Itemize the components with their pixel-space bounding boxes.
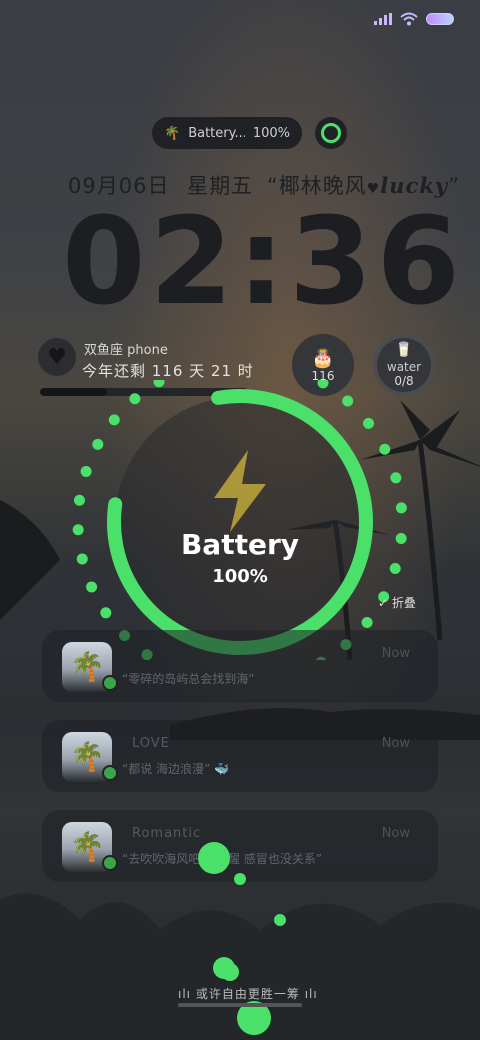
progress-dot [100, 607, 112, 619]
pill-value: 100% [252, 125, 290, 141]
cake-icon: 🎂 [311, 347, 335, 369]
notification-card[interactable]: 🌴 “零碎的岛屿总会找到海” Now [42, 630, 438, 702]
notification-time: Now [381, 736, 410, 751]
fold-label: 折叠 [391, 596, 416, 610]
progress-dot [390, 472, 402, 484]
battery-percent: 100% [212, 566, 268, 587]
app-badge-icon [102, 765, 118, 781]
notification-title: LOVE [132, 736, 170, 751]
zodiac-label: 双鱼座 phone [84, 343, 168, 358]
signal-icon [374, 13, 392, 25]
palm-icon: 🌴 [164, 125, 181, 141]
notification-message: “零碎的岛屿总会找到海” [122, 672, 255, 686]
progress-dot [76, 553, 88, 565]
battery-icon [426, 13, 454, 25]
notification-message: “都说 海边浪漫” 🐳 [122, 762, 230, 776]
notification-card[interactable]: 🌴 Romantic “去吹吹海风吧 能清醒 感冒也没关系” Now [42, 810, 438, 882]
palm-icon: 🌴 [70, 740, 105, 773]
notification-title: Romantic [132, 826, 202, 841]
footer-label: 或许自由更胜一筹 [195, 987, 300, 1001]
progress-dot [72, 524, 84, 536]
battery-ring [72, 380, 407, 660]
glow-dot [221, 963, 239, 981]
glow-dot [234, 873, 246, 885]
progress-dot [92, 438, 104, 450]
notification-time: Now [381, 826, 410, 841]
app-badge-icon [102, 855, 118, 871]
progress-dot [86, 581, 98, 593]
progress-dot [363, 417, 375, 429]
app-badge-icon [102, 675, 118, 691]
progress-dot [129, 393, 141, 405]
year-remaining: 今年还剩 116 天 21 时 [82, 362, 254, 380]
home-indicator[interactable] [178, 1003, 302, 1007]
progress-dot [379, 443, 391, 455]
palm-icon: 🌴 [70, 830, 105, 863]
progress-dot [361, 616, 373, 628]
progress-dot [73, 494, 85, 506]
battery-label: Battery [180, 528, 300, 561]
progress-dot [153, 380, 165, 388]
heart-icon-circle: ♥ [38, 338, 76, 376]
sound-icon: ılı [178, 987, 192, 1001]
progress-dot [342, 395, 354, 407]
notification-time: Now [381, 646, 410, 661]
clock: 02:36 [62, 193, 464, 332]
battery-ring-button[interactable] [315, 117, 347, 149]
progress-dot [395, 532, 407, 544]
cup-icon: 🥛 [395, 342, 413, 358]
wifi-icon [400, 12, 418, 26]
sound-icon: ılı [304, 987, 318, 1001]
footer-text: ılı 或许自由更胜一筹 ılı [178, 985, 318, 1002]
progress-dot [395, 502, 407, 514]
glow-dot [198, 842, 230, 874]
check-icon: ✓ [378, 596, 389, 610]
status-bar [374, 12, 454, 26]
progress-dot [389, 562, 401, 574]
glow-dot [274, 914, 286, 926]
progress-dot [317, 380, 329, 389]
battery-pill[interactable]: 🌴 Battery... 100% [152, 117, 302, 149]
ring-icon [321, 123, 341, 143]
water-label: water [386, 360, 422, 374]
notification-card[interactable]: 🌴 LOVE “都说 海边浪漫” 🐳 Now [42, 720, 438, 792]
progress-dot [108, 414, 120, 426]
palm-icon: 🌴 [70, 650, 105, 683]
pill-label: Battery... [188, 125, 245, 141]
progress-dot [80, 465, 92, 477]
fold-button[interactable]: ✓ 折叠 [378, 594, 416, 611]
